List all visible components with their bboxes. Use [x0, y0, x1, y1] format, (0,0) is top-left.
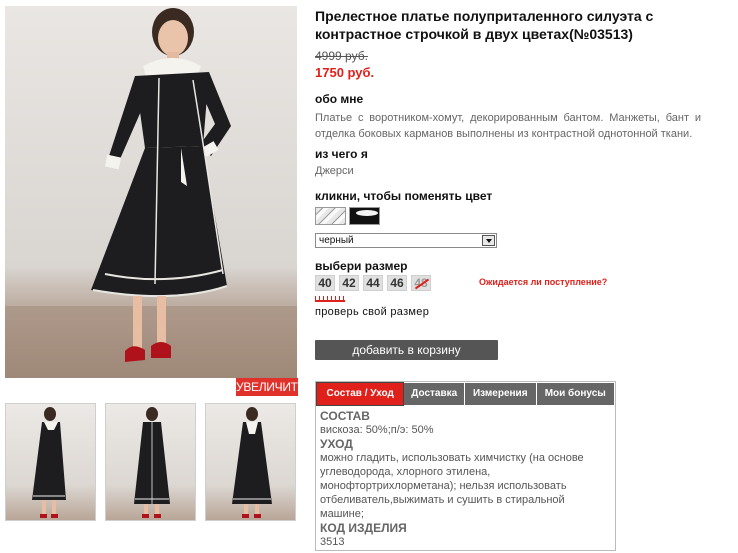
thumbnail-side[interactable] [205, 403, 296, 521]
main-product-photo[interactable] [5, 6, 297, 378]
size-option-40[interactable]: 40 [315, 275, 335, 291]
chevron-down-icon[interactable] [482, 235, 495, 246]
dress-illustration [5, 8, 297, 378]
care-heading: УХОД [320, 437, 353, 451]
size-option-42[interactable]: 42 [339, 275, 359, 291]
product-title: Прелестное платье полуприталенного силуэ… [315, 8, 654, 42]
size-option-48-unavailable: 48 [411, 275, 431, 291]
thumbnail-dress-side [232, 407, 272, 518]
tab-delivery[interactable]: Доставка [404, 383, 464, 405]
composition-value: вискоза: 50%;п/э: 50% [320, 424, 434, 436]
color-swatch-light[interactable] [315, 207, 346, 225]
material-heading: из чего я [315, 147, 368, 161]
size-options: 40 42 44 46 48 [315, 275, 431, 291]
about-text: Платье с воротником-хомут, декорированны… [315, 112, 701, 140]
sale-price: 1750 руб. [315, 65, 375, 80]
size-heading: выбери размер [315, 259, 408, 273]
tab-measurements[interactable]: Измерения [465, 383, 536, 405]
product-code-value: 3513 [320, 536, 345, 548]
tab-panel-composition: СОСТАВ вискоза: 50%;п/э: 50% УХОД можно … [316, 406, 615, 552]
thumbnail-dress-front [32, 407, 66, 518]
check-size-link[interactable]: проверь свой размер [315, 306, 429, 318]
care-text: можно гладить, использовать химчистку (н… [320, 452, 584, 520]
composition-heading: СОСТАВ [320, 409, 370, 423]
size-option-46[interactable]: 46 [387, 275, 407, 291]
add-to-cart-button[interactable]: добавить в корзину [315, 340, 498, 360]
color-select[interactable]: черный [315, 233, 497, 248]
old-price: 4999 руб. [315, 49, 368, 63]
ruler-icon [315, 296, 345, 302]
material-value: Джерси [315, 165, 354, 177]
size-option-44[interactable]: 44 [363, 275, 383, 291]
tab-bar: Состав / Уход Доставка Измерения Мои бон… [315, 382, 615, 406]
color-heading: кликни, чтобы поменять цвет [315, 189, 493, 203]
product-code-heading: КОД ИЗДЕЛИЯ [320, 521, 407, 535]
color-select-value: черный [319, 235, 354, 246]
info-tabs: Состав / Уход Доставка Измерения Мои бон… [315, 381, 616, 551]
thumbnail-back[interactable] [105, 403, 196, 521]
tab-composition-care[interactable]: Состав / Уход [315, 382, 405, 406]
thumbnail-dress-back [134, 407, 170, 518]
tab-my-bonuses[interactable]: Мои бонусы [536, 383, 614, 405]
thumbnail-front[interactable] [5, 403, 96, 521]
awaiting-stock-link[interactable]: Ожидается ли поступление? [479, 277, 607, 287]
color-swatch-black[interactable] [349, 207, 380, 225]
about-heading: обо мне [315, 92, 364, 106]
zoom-button[interactable]: УВЕЛИЧИТЬ [236, 378, 306, 396]
